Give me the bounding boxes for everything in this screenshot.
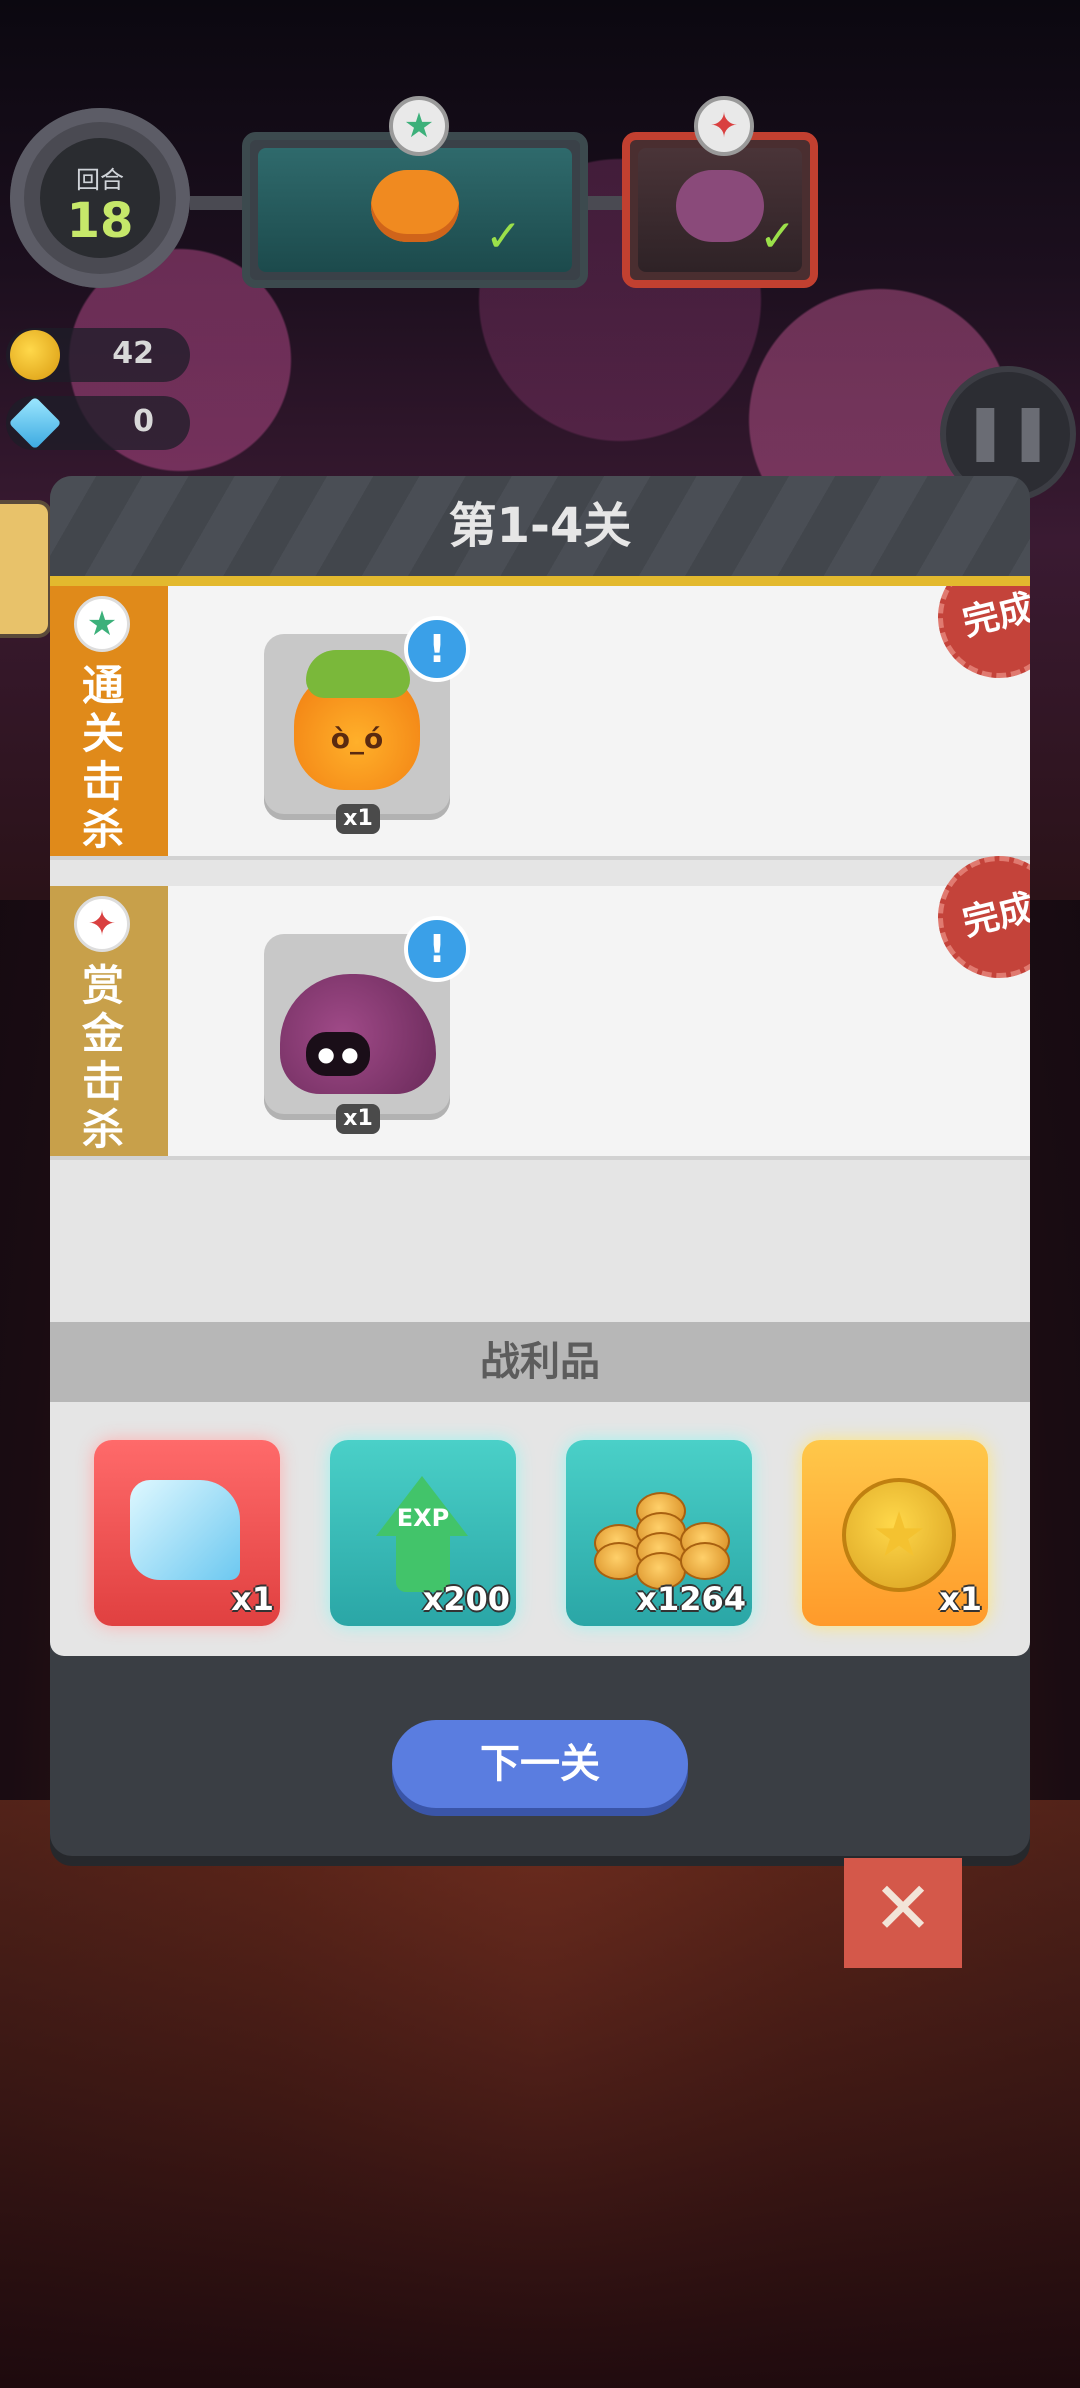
info-icon[interactable]: ! — [404, 916, 470, 982]
close-icon: ✕ — [872, 1866, 934, 1950]
task-row-bounty-kill: ✦ 赏金击杀 ● ● x1 ! 完成 — [50, 843, 1030, 1156]
dialog-title: 第1-4关 — [50, 476, 1030, 576]
side-tab[interactable] — [0, 500, 52, 638]
pumpkin-icon — [371, 170, 459, 242]
complete-stamp: 完成 — [925, 586, 1030, 691]
dialog-body: ★ 通关击杀 ò_ó x1 ! 完成 ✦ 赏金击杀 ● ● x1 ! 完成 战利… — [50, 586, 1030, 1656]
coin-counter: 42 — [6, 328, 190, 382]
loot-quantity: x200 — [422, 1580, 510, 1618]
gem-count: 0 — [133, 404, 154, 439]
task-label: 通关击杀 — [81, 661, 124, 854]
loot-quantity: x1 — [939, 1580, 982, 1618]
star-coin-icon: ★ — [842, 1478, 956, 1592]
star-icon: ★ — [74, 596, 130, 652]
header-strip — [50, 576, 1030, 586]
gem-counter: 0 — [6, 396, 190, 450]
connector — [190, 196, 250, 210]
monster-quantity: x1 — [336, 804, 380, 834]
task-tag: ★ 通关击杀 — [50, 586, 168, 856]
pause-icon: ❚❚ — [962, 399, 1054, 462]
crosshair-icon: ✦ — [74, 896, 130, 952]
coin-stack-icon — [590, 1472, 730, 1592]
monster-quantity: x1 — [336, 1104, 380, 1134]
loot-item-exp[interactable]: EXP x200 — [330, 1440, 516, 1626]
coin-icon — [10, 330, 60, 380]
star-icon: ★ — [389, 96, 449, 156]
check-icon: ✓ — [485, 211, 522, 262]
close-button[interactable]: ✕ — [844, 1858, 962, 1968]
loot-item-coins[interactable]: x1264 — [566, 1440, 752, 1626]
loot-quantity: x1 — [231, 1580, 274, 1618]
round-number: 18 — [66, 193, 134, 249]
stage-card-clear[interactable]: ★ ✓ — [242, 96, 588, 288]
loot-item-crystal[interactable]: x1 — [94, 1440, 280, 1626]
stage-card-bounty[interactable]: ✦ ✓ — [622, 96, 818, 288]
hedgehog-icon — [676, 170, 764, 242]
task-row-clear-kill: ★ 通关击杀 ò_ó x1 ! 完成 — [50, 586, 1030, 856]
hedgehog-monster-icon: ● ● — [280, 974, 436, 1094]
loot-quantity: x1264 — [636, 1580, 746, 1618]
loot-title: 战利品 — [50, 1322, 1030, 1402]
next-level-button[interactable]: 下一关 — [392, 1720, 688, 1808]
exp-icon-label: EXP — [396, 1504, 450, 1532]
coin-count: 42 — [112, 336, 154, 371]
gem-icon — [8, 396, 62, 450]
task-tag: ✦ 赏金击杀 — [50, 886, 168, 1156]
crystal-icon — [130, 1480, 240, 1580]
round-counter: 回合 18 — [10, 108, 190, 288]
leaf-icon — [306, 650, 410, 698]
loot-item-star-coin[interactable]: ★ x1 — [802, 1440, 988, 1626]
check-icon: ✓ — [759, 211, 796, 262]
complete-stamp: 完成 — [925, 843, 1030, 991]
info-icon[interactable]: ! — [404, 616, 470, 682]
round-label: 回合 — [76, 166, 124, 194]
stage-result-dialog: 第1-4关 ★ 通关击杀 ò_ó x1 ! 完成 ✦ 赏金击杀 ● ● x1 !… — [50, 476, 1030, 1856]
crosshair-icon: ✦ — [694, 96, 754, 156]
task-label: 赏金击杀 — [81, 961, 124, 1154]
